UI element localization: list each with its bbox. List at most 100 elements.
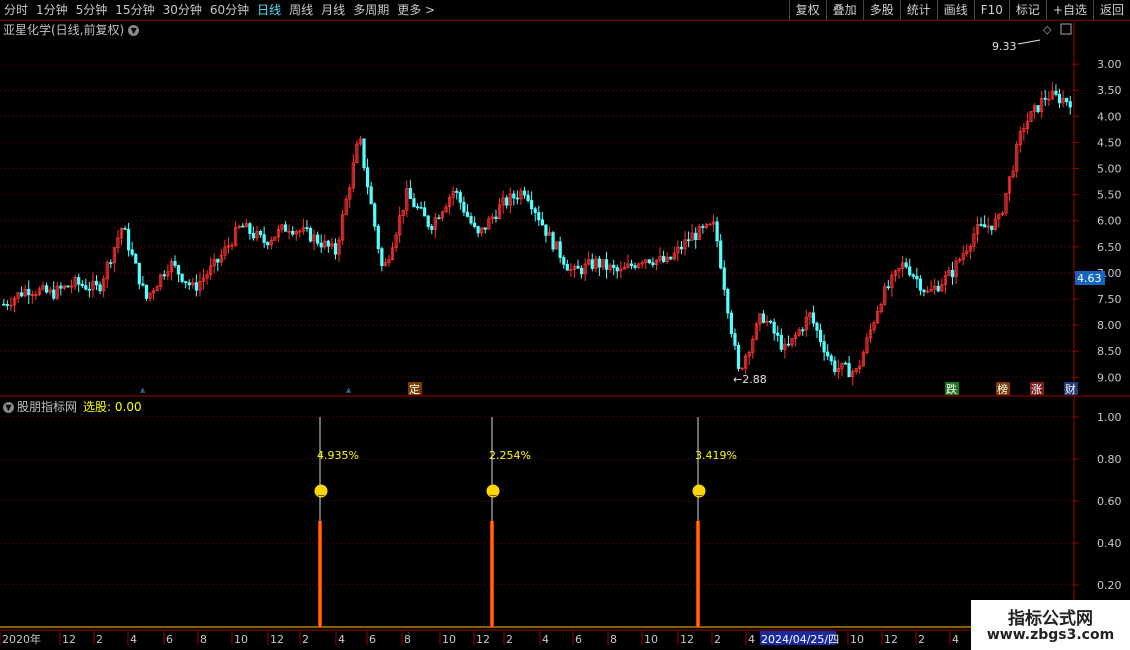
candle-body <box>5 303 9 306</box>
candle-body <box>736 344 741 369</box>
event-marker: 定 <box>409 382 420 396</box>
date-highlight: 2024/04/25/四 <box>761 633 839 646</box>
candle-body <box>629 263 634 267</box>
high-label: 9.33 <box>992 40 1017 53</box>
candle-body <box>123 228 127 230</box>
y-tick-label: 5.00 <box>1097 163 1122 176</box>
candle-body <box>127 228 131 251</box>
y-tick-label: 8.50 <box>1097 345 1122 358</box>
indicator-tick-label: 0.20 <box>1097 579 1122 592</box>
candle-body <box>597 258 602 268</box>
candle-body <box>651 262 655 265</box>
candle-body <box>811 312 816 324</box>
indicator-name: 股朋指标网 <box>17 400 78 414</box>
candle-body <box>2 303 6 306</box>
time-label: 12 <box>270 633 284 646</box>
candle-body <box>715 221 719 242</box>
time-label: 4 <box>542 633 549 646</box>
candle-body <box>216 258 220 263</box>
candle-body <box>1068 101 1072 108</box>
watermark-line1: 指标公式网 <box>1008 609 1093 629</box>
signal-pct: 4.935% <box>317 449 359 462</box>
time-label: 8 <box>404 633 411 646</box>
candle-body <box>786 343 791 346</box>
candle-body <box>590 259 594 269</box>
time-label: 2 <box>918 633 925 646</box>
time-label: 2 <box>302 633 309 646</box>
smiley-face: ‿ <box>489 487 497 496</box>
time-label: 12 <box>884 633 898 646</box>
candle-body <box>373 203 377 227</box>
y-tick-label: 4.00 <box>1097 110 1122 123</box>
watermark-line2: www.zbgs3.com <box>986 627 1115 643</box>
candle-body <box>908 266 912 276</box>
candle-body <box>476 226 480 234</box>
candle-body <box>98 284 102 292</box>
candle-body <box>326 240 330 247</box>
candle-body <box>472 222 477 227</box>
event-marker: 涨 <box>1031 383 1042 396</box>
candle-body <box>522 190 527 196</box>
candle-body <box>87 288 91 291</box>
candle-body <box>173 260 177 266</box>
candle-body <box>801 329 805 332</box>
signal-bar-core <box>319 521 321 627</box>
candle-body <box>180 273 184 283</box>
signal-bar-core <box>491 521 493 627</box>
candle-body <box>1043 97 1047 100</box>
candle-body <box>540 219 544 226</box>
y-tick-label: 6.00 <box>1097 215 1122 228</box>
y-tick-label: 8.00 <box>1097 319 1122 332</box>
chevron-down-icon[interactable]: ▼ <box>3 402 14 413</box>
candle-body <box>84 285 88 290</box>
candle-body <box>494 216 498 219</box>
candle-body <box>430 226 434 230</box>
time-label: 8 <box>610 633 617 646</box>
candle-body <box>950 270 955 278</box>
time-label: 12 <box>680 633 694 646</box>
time-label: 10 <box>644 633 658 646</box>
candle-body <box>562 257 566 265</box>
candle-body <box>604 259 609 270</box>
y-tick-label: 9.00 <box>1097 371 1122 384</box>
candle-body <box>80 283 84 287</box>
candle-body <box>251 233 256 239</box>
candle-body <box>423 207 427 217</box>
candle-body <box>726 288 730 314</box>
candle-body <box>109 262 113 265</box>
candle-body <box>291 230 295 235</box>
candle-body <box>412 198 416 208</box>
candle-body <box>258 230 263 236</box>
candle-body <box>27 288 31 296</box>
y-tick-label: 7.50 <box>1097 293 1122 306</box>
smiley-face: ‿ <box>695 487 703 496</box>
event-marker: 榜 <box>997 382 1008 396</box>
time-label: 4 <box>748 633 755 646</box>
candle-body <box>915 275 919 280</box>
candle-body <box>162 274 166 277</box>
candle-body <box>633 265 637 268</box>
y-tick-label: 5.50 <box>1097 189 1122 202</box>
time-label: 6 <box>575 633 582 646</box>
candle-body <box>533 208 537 214</box>
candle-body <box>426 215 430 227</box>
candle-body <box>333 243 338 255</box>
time-label: 8 <box>200 633 207 646</box>
candle-body <box>134 254 138 264</box>
diamond-icon: ◇ <box>1043 23 1052 36</box>
candle-body <box>20 292 24 297</box>
candle-body <box>647 259 651 264</box>
candle-body <box>779 334 783 350</box>
candle-body <box>679 246 684 250</box>
current-price-label: 4.63 <box>1077 272 1102 285</box>
candle-body <box>365 167 370 188</box>
time-label: 6 <box>369 633 376 646</box>
indicator-tick-label: 0.40 <box>1097 537 1122 550</box>
candle-body <box>458 192 462 203</box>
time-label: 2 <box>96 633 103 646</box>
candle-body <box>362 138 366 169</box>
candle-body <box>266 242 270 246</box>
candle-body <box>184 281 188 284</box>
candle-body <box>94 280 99 286</box>
candle-body <box>686 239 691 242</box>
